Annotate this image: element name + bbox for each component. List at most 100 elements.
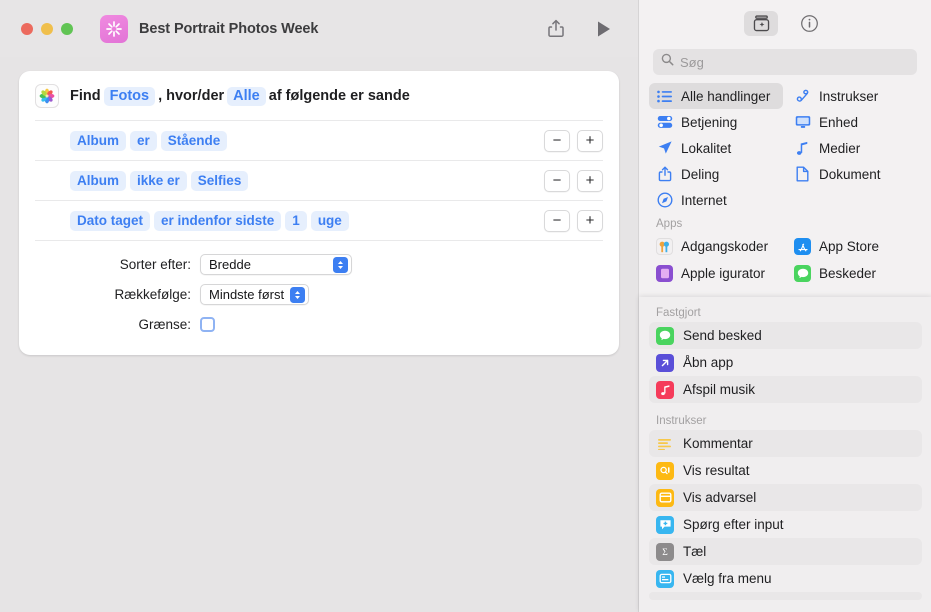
app-item-apple-configurator[interactable]: Apple igurator (649, 260, 783, 287)
sidebar-item-device[interactable]: Enhed (787, 109, 921, 135)
open-app-icon (656, 353, 674, 372)
photos-icon (35, 84, 59, 108)
condition-field[interactable]: Album (70, 130, 126, 151)
search-input[interactable]: Søg (653, 49, 917, 75)
list-item-label: Vælg fra menu (683, 571, 772, 586)
info-icon[interactable] (792, 11, 826, 36)
show-alert-icon (656, 488, 674, 507)
chevron-updown-icon (333, 256, 348, 273)
script-icon (794, 89, 811, 104)
sidebar-item-location[interactable]: Lokalitet (649, 135, 783, 161)
sidebar-item-label: Lokalitet (681, 140, 732, 156)
add-condition-button[interactable]: + (577, 129, 603, 152)
condition-operator[interactable]: ikke er (130, 170, 187, 191)
list-item[interactable]: Vælg fra menu (649, 565, 922, 592)
search-placeholder: Søg (680, 54, 704, 70)
app-item-passwords[interactable]: Adgangskoder (649, 233, 783, 260)
share-icon[interactable] (544, 17, 568, 41)
condition-unit[interactable]: uge (310, 210, 349, 231)
condition-row: Album ikke er Selfies − + (35, 160, 603, 200)
sidebar-item-all-actions[interactable]: Alle handlinger (649, 83, 783, 109)
condition-value[interactable]: Selfies (190, 170, 249, 191)
messages-icon (794, 265, 811, 282)
app-item-label: Adgangskoder (681, 239, 769, 254)
condition-value[interactable]: Stående (160, 130, 228, 151)
row-buttons: − + (544, 209, 603, 232)
list-item-label: Vis advarsel (683, 490, 757, 505)
row-buttons: − + (544, 129, 603, 152)
find-source-token[interactable]: Fotos (103, 86, 156, 106)
limit-row: Grænse: (35, 311, 603, 338)
app-item-messages[interactable]: Beskeder (787, 260, 921, 287)
run-icon[interactable] (592, 17, 616, 41)
list-item[interactable]: Send besked (649, 322, 922, 349)
sidebar-item-web[interactable]: Internet (649, 187, 783, 213)
remove-condition-button[interactable]: − (544, 209, 570, 232)
share-icon (656, 166, 673, 182)
sidebar-item-controls[interactable]: Betjening (649, 109, 783, 135)
list-item[interactable]: Vis resultat (649, 457, 922, 484)
add-condition-button[interactable]: + (577, 209, 603, 232)
find-photos-action[interactable]: Find Fotos , hvor/der Alle af følgende e… (19, 71, 619, 355)
sort-by-select[interactable]: Bredde (200, 254, 352, 275)
app-item-label: Beskeder (819, 266, 877, 281)
app-item-app-store[interactable]: App Store (787, 233, 921, 260)
condition-field[interactable]: Dato taget (70, 210, 151, 231)
condition-value[interactable]: 1 (285, 210, 307, 231)
limit-label: Grænse: (138, 317, 191, 332)
sidebar-item-scripting[interactable]: Instrukser (787, 83, 921, 109)
sidebar-item-sharing[interactable]: Deling (649, 161, 783, 187)
find-prefix: Find (70, 88, 101, 104)
find-match-token[interactable]: Alle (227, 86, 266, 106)
editor-canvas: Find Fotos , hvor/der Alle af følgende e… (0, 57, 638, 612)
list-item[interactable]: Vis advarsel (649, 484, 922, 511)
ask-input-icon (656, 515, 674, 534)
category-grid: Alle handlinger Instrukser Betjening Enh… (649, 83, 921, 213)
action-library-icon[interactable] (744, 10, 778, 36)
sidebar-item-label: Betjening (681, 114, 738, 130)
order-select[interactable]: Mindste først (200, 284, 310, 305)
list-item-label: Vis resultat (683, 463, 750, 478)
list-item[interactable]: Afspil musik (649, 376, 922, 403)
order-label: Rækkefølge: (114, 287, 191, 302)
condition-pills: Album ikke er Selfies (70, 170, 249, 191)
sidebar-item-label: Instrukser (819, 88, 879, 104)
list-item-partial[interactable] (649, 592, 922, 600)
list-item-label: Afspil musik (683, 382, 756, 397)
list-item[interactable]: Kommentar (649, 430, 922, 457)
music-icon (656, 380, 674, 399)
search-icon (661, 53, 674, 71)
titlebar: Best Portrait Photos Week (0, 0, 638, 57)
sort-by-label: Sorter efter: (119, 257, 191, 272)
remove-condition-button[interactable]: − (544, 169, 570, 192)
row-buttons: − + (544, 169, 603, 192)
app-item-label: App Store (819, 239, 880, 254)
svg-text:Σ: Σ (662, 548, 668, 558)
list-item[interactable]: Σ Tæl (649, 538, 922, 565)
list-icon (656, 90, 673, 103)
scripting-list: Kommentar Vis resultat Vis advarsel Spør… (639, 430, 931, 600)
messages-icon (656, 326, 674, 345)
list-item[interactable]: Åbn app (649, 349, 922, 376)
add-condition-button[interactable]: + (577, 169, 603, 192)
app-window: Best Portrait Photos Week Find Fotos , h… (0, 0, 931, 612)
list-item-label: Send besked (683, 328, 762, 343)
condition-field[interactable]: Album (70, 170, 126, 191)
safari-compass-icon (656, 192, 673, 208)
condition-pills: Album er Stående (70, 130, 228, 151)
list-item[interactable]: Spørg efter input (649, 511, 922, 538)
pinned-overlay-panel: Fastgjort Send besked Åbn app Afspil mus… (639, 297, 931, 612)
remove-condition-button[interactable]: − (544, 129, 570, 152)
apps-section-header: Apps (656, 218, 683, 230)
titlebar-actions (544, 17, 616, 41)
minimize-button[interactable] (41, 22, 53, 35)
sidebar-item-media[interactable]: Medier (787, 135, 921, 161)
zoom-button[interactable] (61, 22, 73, 35)
pinned-list: Send besked Åbn app Afspil musik (639, 322, 931, 403)
close-button[interactable] (21, 22, 33, 35)
action-parameters: Sorter efter: Bredde Rækkefølge: Mindste… (35, 240, 603, 355)
limit-checkbox[interactable] (200, 317, 215, 332)
sidebar-item-document[interactable]: Dokument (787, 161, 921, 187)
condition-operator[interactable]: er indenfor sidste (154, 210, 282, 231)
condition-operator[interactable]: er (130, 130, 157, 151)
